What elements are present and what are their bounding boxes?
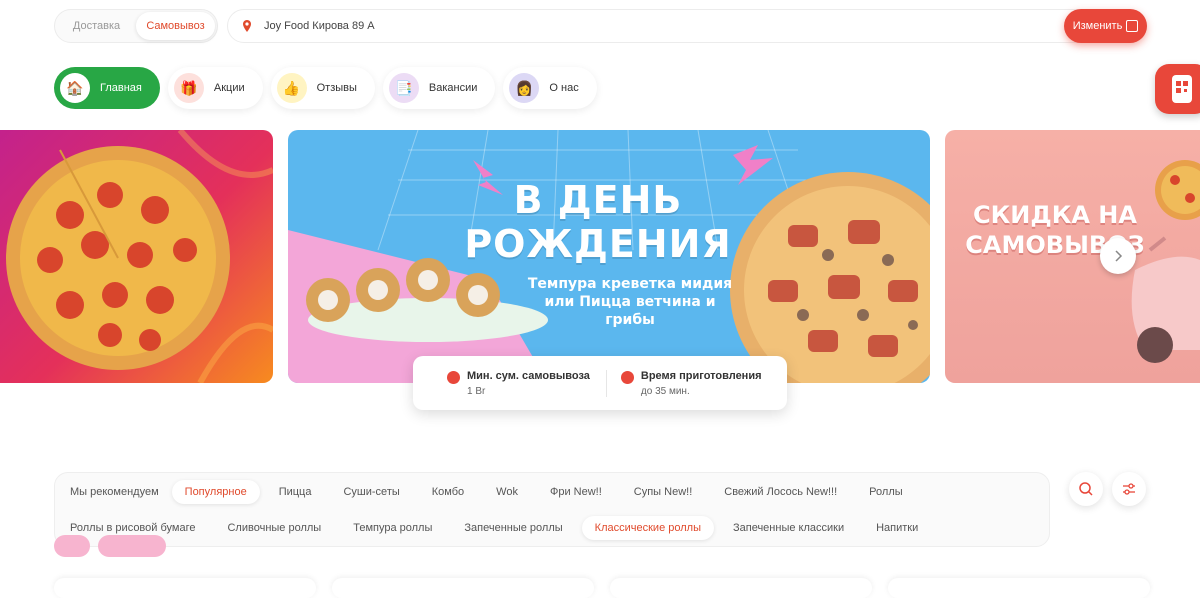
search-icon [1079,482,1093,496]
category-item[interactable]: Запеченные классики [720,516,857,540]
filter-tag-chip[interactable] [98,535,166,557]
category-row: Мы рекомендуем Популярное Пицца Суши-сет… [55,480,1049,504]
category-item[interactable]: Запеченные роллы [451,516,575,540]
promo-banner-pepperoni[interactable] [0,130,273,383]
category-item[interactable]: Мы рекомендуем [57,480,172,504]
pickup-mode-button[interactable]: Самовывоз [136,12,215,40]
category-row: Роллы в рисовой бумаге Сливочные роллы Т… [55,516,1049,540]
prep-time-block: Время приготовления до 35 мин. [605,369,762,397]
filter-tag-chip[interactable] [54,535,90,557]
delivery-mode-button[interactable]: Доставка [57,12,136,40]
category-item[interactable]: Комбо [419,480,477,504]
nav-item-about[interactable]: 👩 О нас [503,67,597,109]
min-order-block: Мин. сум. самовывоза 1 Br [413,370,590,397]
min-order-value: 1 Br [467,385,486,397]
main-navigation: 🏠 Главная 🎁 Акции 👍 Отзывы 📑 Вакансии 👩 … [54,67,597,109]
carousel-next-button[interactable] [1100,238,1136,274]
qr-app-button[interactable] [1155,64,1200,114]
nav-item-home[interactable]: 🏠 Главная [54,67,160,109]
pepperoni-pizza-image [6,130,273,383]
category-item[interactable]: Wok [483,480,531,504]
category-item-active[interactable]: Классические роллы [581,516,714,540]
category-item[interactable]: Фри New!! [537,480,615,504]
timer-icon [620,370,634,384]
category-item[interactable]: Темпура роллы [340,516,445,540]
nav-item-label: О нас [549,82,579,94]
category-item[interactable]: Пицца [266,480,325,504]
filter-sliders-icon [1123,483,1135,495]
category-item[interactable]: Роллы [856,480,915,504]
nav-item-vacancies[interactable]: 📑 Вакансии [382,67,496,109]
coin-icon [447,370,460,384]
category-item[interactable]: Супы New!! [621,480,705,504]
category-item-active[interactable]: Популярное [171,480,260,504]
location-pin-icon [243,20,251,32]
filter-button[interactable] [1112,472,1146,506]
prep-time-value: до 35 мин. [640,385,690,397]
pickup-info-card: Мин. сум. самовывоза 1 Br Время приготов… [413,356,787,410]
nav-item-reviews[interactable]: 👍 Отзывы [270,67,375,109]
address-bar[interactable]: Joy Food Кирова 89 А Изменить [227,9,1147,43]
category-item[interactable]: Напитки [863,516,931,540]
document-icon: 📑 [388,73,419,103]
promo-banner-pickup-discount[interactable]: СКИДКА НА САМОВЫВОЗ [945,130,1200,383]
nav-item-label: Отзывы [316,82,357,94]
product-card[interactable] [888,578,1150,598]
nav-item-label: Акции [213,82,245,94]
min-order-label: Мин. сум. самовывоза [467,369,590,382]
prep-time-label: Время приготовления [640,369,762,382]
product-card[interactable] [610,578,872,598]
category-item[interactable]: Суши-сеты [330,480,412,504]
nav-item-promotions[interactable]: 🎁 Акции [167,67,263,109]
nav-item-label: Вакансии [428,82,478,94]
change-address-label: Изменить [1072,20,1123,32]
category-menu: Мы рекомендуем Популярное Пицца Суши-сет… [54,472,1050,547]
thumbs-up-icon: 👍 [276,73,307,103]
nav-item-label: Главная [100,82,142,94]
gift-icon: 🎁 [173,73,204,103]
phone-qr-icon [1172,75,1192,103]
birthday-banner-title: В ДЕНЬ РОЖДЕНИЯ [464,178,732,266]
person-icon: 👩 [509,73,540,103]
category-item[interactable]: Свежий Лосось New!!! [711,480,850,504]
delivery-mode-toggle: Доставка Самовывоз [54,9,218,43]
change-address-button[interactable]: Изменить [1064,9,1147,43]
edit-icon [1126,20,1139,32]
address-text: Joy Food Кирова 89 А [264,20,375,32]
home-icon: 🏠 [60,73,90,103]
product-card[interactable] [332,578,594,598]
category-item[interactable]: Сливочные роллы [214,516,334,540]
promo-banner-birthday[interactable]: В ДЕНЬ РОЖДЕНИЯ Темпура креветка мидия и… [288,130,930,383]
search-button[interactable] [1069,472,1103,506]
product-card[interactable] [54,578,316,598]
birthday-banner-subtitle: Темпура креветка мидия или Пицца ветчина… [527,276,733,328]
chevron-right-icon [1115,250,1123,262]
